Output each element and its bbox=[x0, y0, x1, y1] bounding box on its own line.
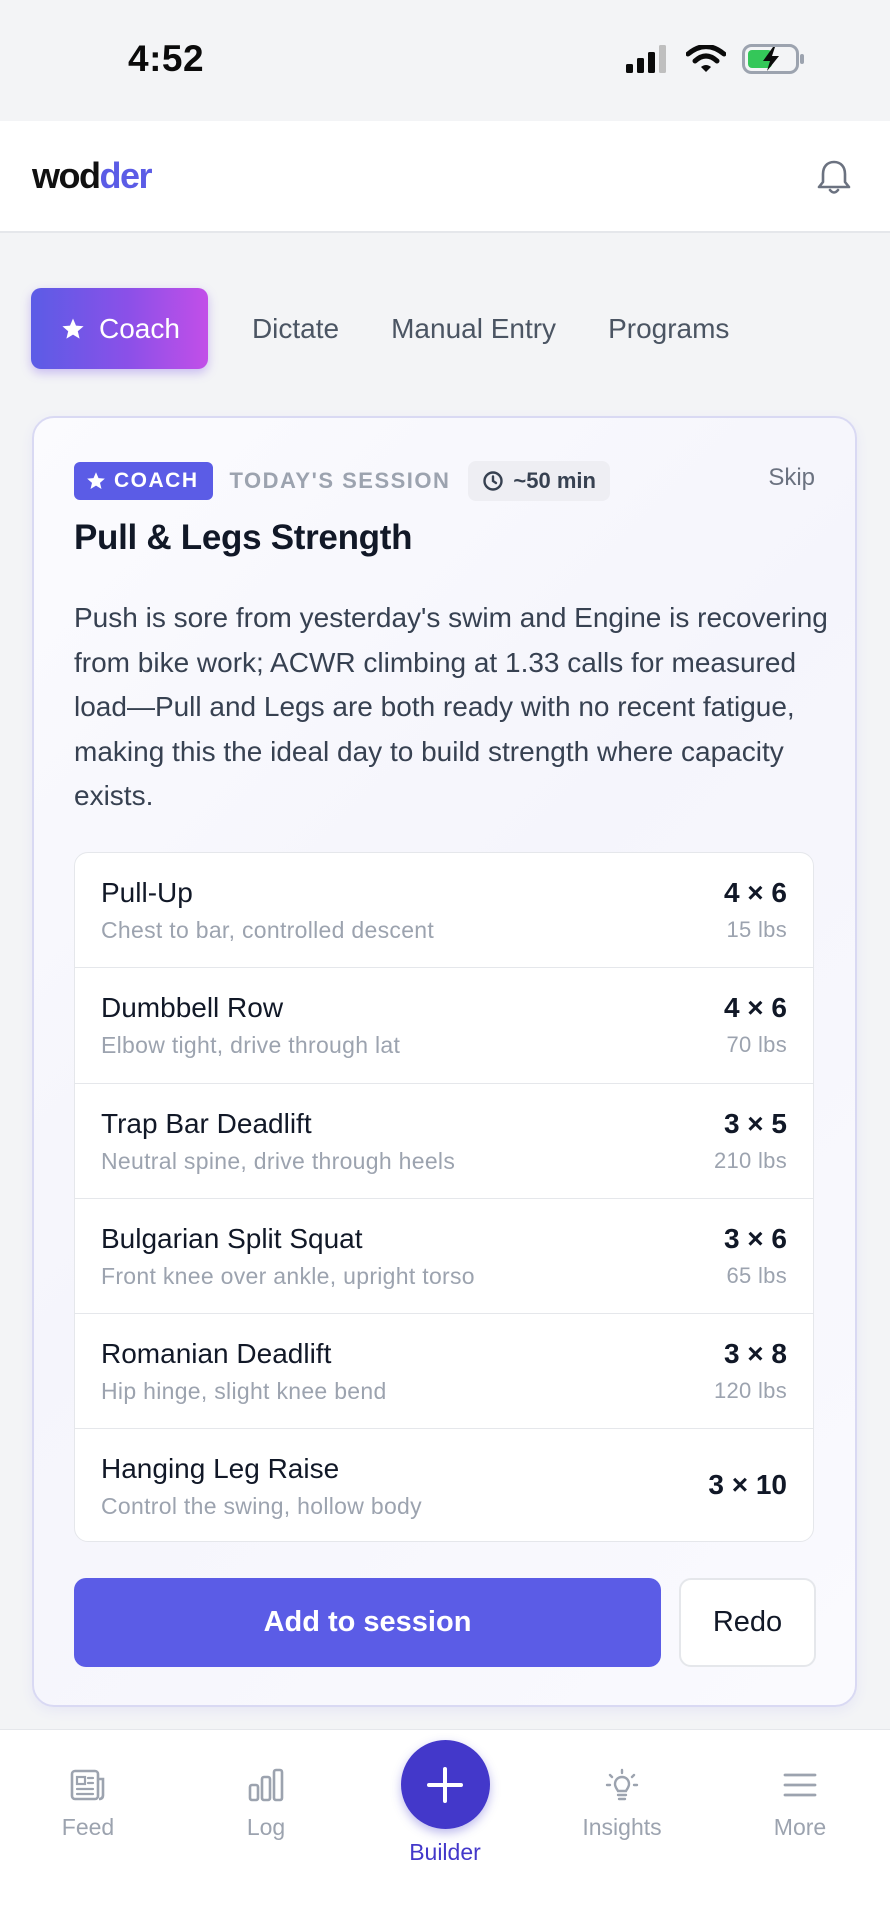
exercise-name: Pull-Up bbox=[101, 877, 193, 908]
exercise-sets-reps: 3 × 5 bbox=[723, 1107, 787, 1139]
exercise-row[interactable]: Hanging Leg Raise Control the swing, hol… bbox=[75, 1429, 813, 1541]
bottom-nav: Feed Log Builder Insights More bbox=[0, 1729, 890, 1926]
app-logo[interactable]: wodder bbox=[32, 155, 153, 197]
nav-log-label: Log bbox=[246, 1814, 286, 1840]
nav-log[interactable]: Log bbox=[196, 1768, 336, 1841]
exercise-weight: 70 lbs bbox=[726, 1032, 787, 1058]
exercise-sets-reps: 4 × 6 bbox=[723, 877, 787, 908]
star-icon bbox=[87, 472, 105, 489]
skip-button[interactable]: Skip bbox=[768, 464, 815, 492]
logo-text-primary: wod bbox=[32, 155, 101, 196]
wifi-icon bbox=[686, 45, 726, 72]
nav-feed-label: Feed bbox=[61, 1814, 115, 1840]
bar-chart-icon bbox=[248, 1768, 284, 1802]
exercise-weight: 65 lbs bbox=[726, 1262, 787, 1288]
exercise-row[interactable]: Romanian Deadlift Hip hinge, slight knee… bbox=[75, 1314, 813, 1430]
tab-coach[interactable]: Coach bbox=[31, 288, 208, 369]
tab-manual-entry[interactable]: Manual Entry bbox=[365, 288, 582, 369]
exercise-cue: Neutral spine, drive through heels bbox=[101, 1147, 456, 1174]
lightbulb-icon bbox=[605, 1768, 639, 1801]
hamburger-menu-icon bbox=[783, 1773, 817, 1797]
plus-icon bbox=[427, 1766, 463, 1803]
exercise-row[interactable]: Trap Bar Deadlift Neutral spine, drive t… bbox=[75, 1084, 813, 1199]
newspaper-icon bbox=[70, 1769, 105, 1801]
exercise-cue: Control the swing, hollow body bbox=[101, 1493, 422, 1520]
battery-charging-icon bbox=[742, 44, 804, 74]
star-icon bbox=[62, 318, 84, 339]
nav-more[interactable]: More bbox=[730, 1768, 870, 1841]
exercise-name: Bulgarian Split Squat bbox=[101, 1222, 363, 1254]
signal-icon bbox=[626, 45, 666, 73]
coach-badge-label: COACH bbox=[114, 469, 199, 492]
exercise-name: Dumbbell Row bbox=[101, 992, 284, 1024]
exercise-weight: 120 lbs bbox=[713, 1378, 787, 1404]
exercise-name: Trap Bar Deadlift bbox=[101, 1107, 312, 1139]
nav-insights[interactable]: Insights bbox=[552, 1768, 692, 1841]
session-title: Pull & Legs Strength bbox=[74, 518, 413, 557]
exercise-list: Pull-Up Chest to bar, controlled descent… bbox=[74, 852, 814, 1542]
tab-dictate[interactable]: Dictate bbox=[226, 288, 365, 369]
mode-tabs: Coach Dictate Manual Entry Programs bbox=[31, 288, 755, 369]
nav-builder[interactable]: Builder bbox=[373, 1740, 517, 1866]
exercise-row[interactable]: Pull-Up Chest to bar, controlled descent… bbox=[75, 853, 813, 969]
exercise-name: Hanging Leg Raise bbox=[101, 1453, 340, 1485]
clock-icon bbox=[483, 471, 504, 491]
builder-button[interactable] bbox=[400, 1740, 490, 1829]
duration-text: ~50 min bbox=[513, 468, 596, 493]
redo-button[interactable]: Redo bbox=[679, 1578, 816, 1667]
tab-programs[interactable]: Programs bbox=[582, 288, 755, 369]
exercise-row[interactable]: Dumbbell Row Elbow tight, drive through … bbox=[75, 968, 813, 1084]
exercise-sets-reps: 3 × 6 bbox=[723, 1222, 787, 1254]
nav-builder-label: Builder bbox=[409, 1839, 481, 1865]
status-icons bbox=[626, 44, 806, 74]
session-description: Push is sore from yesterday's swim and E… bbox=[74, 602, 828, 811]
exercise-cue: Hip hinge, slight knee bend bbox=[101, 1378, 387, 1405]
exercise-cue: Chest to bar, controlled descent bbox=[101, 917, 435, 943]
exercise-cue: Elbow tight, drive through lat bbox=[101, 1032, 401, 1059]
tab-coach-label: Coach bbox=[99, 312, 180, 344]
app-header: wodder bbox=[0, 121, 890, 233]
bell-icon[interactable] bbox=[814, 157, 854, 197]
duration-pill: ~50 min bbox=[468, 461, 610, 501]
exercise-name: Romanian Deadlift bbox=[101, 1338, 332, 1370]
exercise-weight: 15 lbs bbox=[726, 917, 787, 942]
nav-feed[interactable]: Feed bbox=[18, 1768, 158, 1841]
status-bar: 4:52 bbox=[0, 0, 890, 121]
logo-text-accent: der bbox=[99, 155, 152, 196]
exercise-sets-reps: 3 × 10 bbox=[708, 1469, 787, 1501]
session-label: TODAY'S SESSION bbox=[229, 468, 451, 493]
add-to-session-button[interactable]: Add to session bbox=[74, 1578, 661, 1667]
status-time: 4:52 bbox=[128, 38, 205, 79]
exercise-weight: 210 lbs bbox=[713, 1147, 787, 1173]
exercise-row[interactable]: Bulgarian Split Squat Front knee over an… bbox=[75, 1199, 813, 1315]
exercise-cue: Front knee over ankle, upright torso bbox=[101, 1262, 475, 1289]
exercise-sets-reps: 3 × 8 bbox=[723, 1338, 787, 1370]
exercise-sets-reps: 4 × 6 bbox=[723, 992, 787, 1024]
coach-badge: COACH bbox=[74, 462, 213, 500]
session-meta-row: COACH TODAY'S SESSION ~50 min bbox=[74, 461, 610, 501]
nav-more-label: More bbox=[773, 1814, 827, 1840]
nav-insights-label: Insights bbox=[582, 1814, 662, 1840]
coach-session-card: COACH TODAY'S SESSION ~50 min Skip Pull … bbox=[32, 416, 857, 1707]
